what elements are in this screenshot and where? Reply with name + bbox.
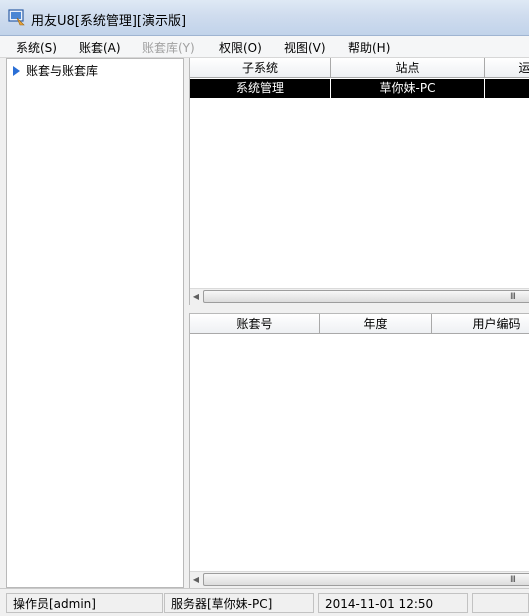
tree-item-account-sets[interactable]: 账套与账套库 — [13, 62, 98, 79]
table-row[interactable]: 系统管理 草你妹-PC — [190, 79, 529, 98]
cell-subsystem: 系统管理 — [190, 79, 331, 98]
title-bar[interactable]: 用友U8[系统管理][演示版] — [0, 0, 529, 36]
arrow-left-icon[interactable]: ◀ — [190, 289, 202, 305]
column-header-account-set-no[interactable]: 账套号 — [190, 314, 320, 334]
menu-bar: 系统(S) 账套(A) 账套库(Y) 权限(O) 视图(V) 帮助(H) — [0, 36, 529, 58]
status-datetime: 2014-11-01 12:50 — [318, 593, 468, 613]
window-title: 用友U8[系统管理][演示版] — [31, 14, 187, 29]
subsystem-table: 子系统 站点 运 系统管理 草你妹-PC ◀ III — [189, 58, 529, 305]
column-header-subsystem[interactable]: 子系统 — [190, 58, 331, 78]
scrollbar-thumb[interactable]: III — [203, 573, 529, 586]
menu-account-set-library[interactable]: 账套库(Y) — [142, 39, 195, 56]
status-extra — [472, 593, 529, 613]
horizontal-scrollbar[interactable]: ◀ III — [190, 571, 529, 588]
cell-station: 草你妹-PC — [331, 79, 485, 98]
scroll-grip: III — [510, 575, 516, 585]
column-header-user-code[interactable]: 用户编码 — [432, 314, 529, 334]
scroll-grip: III — [510, 292, 516, 302]
column-header-running[interactable]: 运 — [485, 58, 529, 78]
status-server: 服务器[草你妹-PC] — [164, 593, 314, 613]
triangle-right-icon[interactable] — [13, 66, 20, 76]
scrollbar-thumb[interactable]: III — [203, 290, 529, 303]
menu-help[interactable]: 帮助(H) — [348, 39, 390, 56]
menu-view[interactable]: 视图(V) — [284, 39, 326, 56]
cell-running — [485, 79, 529, 98]
navigation-tree: 账套与账套库 — [6, 58, 184, 588]
arrow-left-icon[interactable]: ◀ — [190, 572, 202, 588]
menu-system[interactable]: 系统(S) — [16, 39, 57, 56]
status-operator: 操作员[admin] — [6, 593, 163, 613]
status-bar: 操作员[admin] 服务器[草你妹-PC] 2014-11-01 12:50 — [0, 588, 529, 616]
menu-account-set[interactable]: 账套(A) — [79, 39, 121, 56]
horizontal-scrollbar[interactable]: ◀ III — [190, 288, 529, 305]
u8-app-icon — [8, 9, 25, 26]
menu-permissions[interactable]: 权限(O) — [219, 39, 262, 56]
account-set-table: 账套号 年度 用户编码 ◀ III — [189, 313, 529, 588]
tree-item-label: 账套与账套库 — [26, 64, 99, 78]
column-header-year[interactable]: 年度 — [320, 314, 432, 334]
column-header-station[interactable]: 站点 — [331, 58, 485, 78]
